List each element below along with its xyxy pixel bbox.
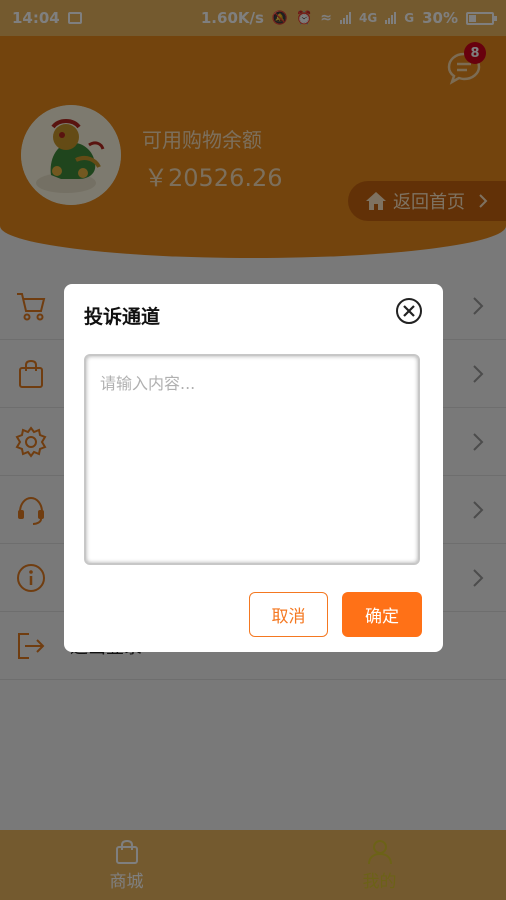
- confirm-button[interactable]: 确定: [342, 592, 422, 637]
- dialog-title: 投诉通道: [84, 306, 161, 328]
- close-icon: [396, 298, 422, 324]
- close-button[interactable]: [395, 297, 423, 325]
- cancel-button[interactable]: 取消: [249, 592, 328, 637]
- complaint-dialog: 投诉通道 取消 确定: [64, 284, 443, 652]
- complaint-input[interactable]: [84, 354, 420, 565]
